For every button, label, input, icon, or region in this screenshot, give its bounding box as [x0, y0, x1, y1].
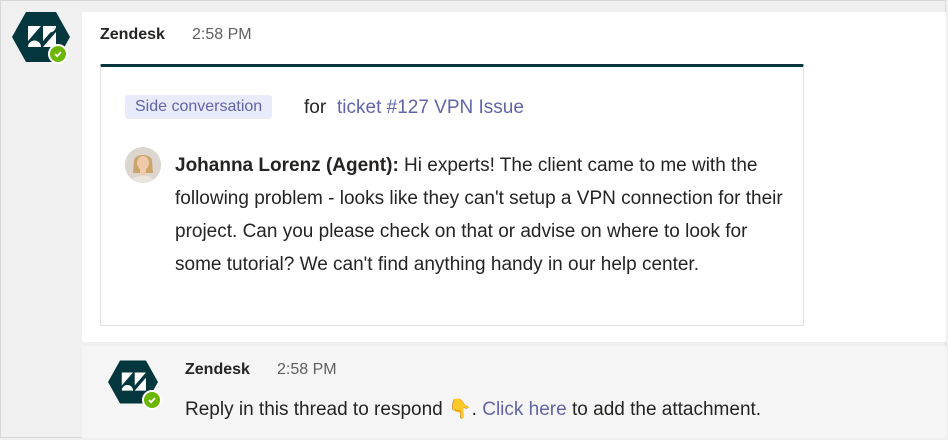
reply-text-start: Reply in this thread to respond	[185, 399, 448, 420]
side-conversation-badge: Side conversation	[125, 95, 273, 119]
zendesk-avatar[interactable]	[12, 12, 72, 66]
available-check-icon	[142, 390, 162, 410]
agent-avatar[interactable]	[125, 147, 161, 183]
point-down-emoji-icon: 👇	[448, 399, 472, 420]
side-conversation-card: Side conversation for ticket #127 VPN Is…	[100, 64, 804, 326]
click-here-link[interactable]: Click here	[482, 399, 566, 420]
reply-message-container	[82, 346, 946, 438]
ticket-link[interactable]: ticket #127 VPN Issue	[337, 97, 524, 119]
available-check-icon	[48, 44, 68, 64]
person-photo-icon	[125, 147, 161, 183]
sender-name[interactable]: Zendesk	[100, 26, 165, 44]
zendesk-avatar[interactable]	[108, 360, 168, 414]
message-timestamp: 2:58 PM	[192, 26, 252, 43]
sender-name[interactable]: Zendesk	[185, 361, 250, 379]
for-label: for	[304, 97, 327, 118]
reply-text-mid: .	[471, 399, 483, 420]
message-timestamp: 2:58 PM	[277, 361, 337, 378]
agent-message: Johanna Lorenz (Agent): Hi experts! The …	[175, 149, 785, 281]
reply-instruction: Reply in this thread to respond 👇. Click…	[185, 397, 761, 421]
reply-text-end: to add the attachment.	[566, 399, 762, 420]
agent-name: Johanna Lorenz (Agent):	[175, 155, 399, 176]
